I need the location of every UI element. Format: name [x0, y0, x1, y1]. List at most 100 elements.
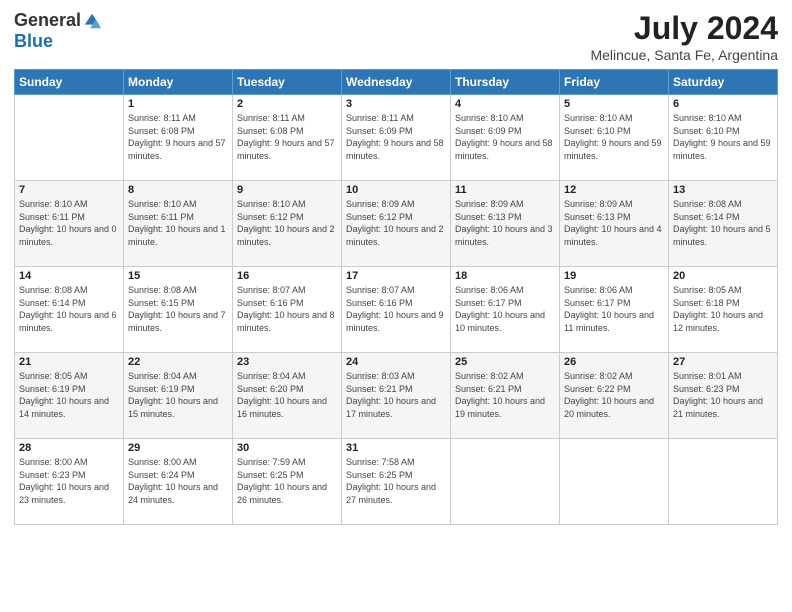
day-info: Sunrise: 7:58 AM Sunset: 6:25 PM Dayligh…	[346, 456, 446, 506]
calendar-week-2: 14 Sunrise: 8:08 AM Sunset: 6:14 PM Dayli…	[15, 267, 778, 353]
day-info: Sunrise: 7:59 AM Sunset: 6:25 PM Dayligh…	[237, 456, 337, 506]
calendar-cell: 29Sunrise: 8:00 AM Sunset: 6:24 PM Dayli…	[124, 439, 233, 525]
header-wednesday: Wednesday	[342, 70, 451, 95]
calendar-cell: 13Sunrise: 8:08 AM Sunset: 6:14 PM Dayli…	[669, 181, 778, 267]
day-info: Sunrise: 8:05 AM Sunset: 6:19 PM Dayligh…	[19, 370, 119, 420]
day-info: Sunrise: 8:00 AM Sunset: 6:23 PM Dayligh…	[19, 456, 119, 506]
calendar-cell: 24 Sunrise: 8:03 AM Sunset: 6:21 PM Dayli…	[342, 353, 451, 439]
day-info: Sunrise: 8:07 AM Sunset: 6:16 PM Dayligh…	[237, 284, 337, 334]
day-number: 11	[455, 184, 555, 196]
day-info: Sunrise: 8:02 AM Sunset: 6:22 PM Dayligh…	[564, 370, 664, 420]
day-number: 14	[19, 270, 119, 282]
calendar-cell	[669, 439, 778, 525]
day-number: 30	[237, 442, 337, 454]
calendar-cell: 28Sunrise: 8:00 AM Sunset: 6:23 PM Dayli…	[15, 439, 124, 525]
calendar-cell: 15 Sunrise: 8:08 AM Sunset: 6:15 PM Dayli…	[124, 267, 233, 353]
calendar-cell: 23 Sunrise: 8:04 AM Sunset: 6:20 PM Dayli…	[233, 353, 342, 439]
day-info: Sunrise: 8:04 AM Sunset: 6:19 PM Dayligh…	[128, 370, 228, 420]
day-number: 23	[237, 356, 337, 368]
day-info: Sunrise: 8:08 AM Sunset: 6:14 PM Dayligh…	[19, 284, 119, 334]
day-number: 2	[237, 98, 337, 110]
day-number: 15	[128, 270, 228, 282]
calendar-cell: 4Sunrise: 8:10 AM Sunset: 6:09 PM Daylig…	[451, 95, 560, 181]
day-number: 20	[673, 270, 773, 282]
day-number: 4	[455, 98, 555, 110]
calendar-week-0: 1Sunrise: 8:11 AM Sunset: 6:08 PM Daylig…	[15, 95, 778, 181]
day-info: Sunrise: 8:06 AM Sunset: 6:17 PM Dayligh…	[455, 284, 555, 334]
header-tuesday: Tuesday	[233, 70, 342, 95]
calendar-cell	[560, 439, 669, 525]
day-number: 10	[346, 184, 446, 196]
logo: General Blue	[14, 10, 101, 52]
calendar-cell: 9 Sunrise: 8:10 AM Sunset: 6:12 PM Daylig…	[233, 181, 342, 267]
day-number: 16	[237, 270, 337, 282]
calendar: Sunday Monday Tuesday Wednesday Thursday…	[14, 69, 778, 525]
page: General Blue July 2024 Melincue, Santa F…	[0, 0, 792, 612]
calendar-week-1: 7 Sunrise: 8:10 AM Sunset: 6:11 PM Daylig…	[15, 181, 778, 267]
day-info: Sunrise: 8:10 AM Sunset: 6:11 PM Dayligh…	[19, 198, 119, 248]
day-info: Sunrise: 8:09 AM Sunset: 6:13 PM Dayligh…	[455, 198, 555, 248]
day-number: 27	[673, 356, 773, 368]
calendar-cell: 2Sunrise: 8:11 AM Sunset: 6:08 PM Daylig…	[233, 95, 342, 181]
main-title: July 2024	[590, 10, 778, 47]
day-info: Sunrise: 8:08 AM Sunset: 6:15 PM Dayligh…	[128, 284, 228, 334]
day-info: Sunrise: 8:11 AM Sunset: 6:09 PM Dayligh…	[346, 112, 446, 162]
calendar-cell: 3 Sunrise: 8:11 AM Sunset: 6:09 PM Daylig…	[342, 95, 451, 181]
calendar-cell: 26 Sunrise: 8:02 AM Sunset: 6:22 PM Dayli…	[560, 353, 669, 439]
logo-blue-text: Blue	[14, 31, 53, 52]
calendar-cell: 8Sunrise: 8:10 AM Sunset: 6:11 PM Daylig…	[124, 181, 233, 267]
header-saturday: Saturday	[669, 70, 778, 95]
day-number: 6	[673, 98, 773, 110]
calendar-cell: 30 Sunrise: 7:59 AM Sunset: 6:25 PM Dayli…	[233, 439, 342, 525]
day-number: 24	[346, 356, 446, 368]
day-info: Sunrise: 8:10 AM Sunset: 6:10 PM Dayligh…	[673, 112, 773, 162]
header-thursday: Thursday	[451, 70, 560, 95]
calendar-cell: 1Sunrise: 8:11 AM Sunset: 6:08 PM Daylig…	[124, 95, 233, 181]
day-number: 21	[19, 356, 119, 368]
day-number: 7	[19, 184, 119, 196]
day-number: 12	[564, 184, 664, 196]
calendar-cell: 25 Sunrise: 8:02 AM Sunset: 6:21 PM Dayli…	[451, 353, 560, 439]
calendar-cell: 21 Sunrise: 8:05 AM Sunset: 6:19 PM Dayli…	[15, 353, 124, 439]
calendar-cell: 18 Sunrise: 8:06 AM Sunset: 6:17 PM Dayli…	[451, 267, 560, 353]
calendar-header-row: Sunday Monday Tuesday Wednesday Thursday…	[15, 70, 778, 95]
day-info: Sunrise: 8:08 AM Sunset: 6:14 PM Dayligh…	[673, 198, 773, 248]
calendar-cell: 7 Sunrise: 8:10 AM Sunset: 6:11 PM Daylig…	[15, 181, 124, 267]
header-monday: Monday	[124, 70, 233, 95]
header-sunday: Sunday	[15, 70, 124, 95]
day-info: Sunrise: 8:01 AM Sunset: 6:23 PM Dayligh…	[673, 370, 773, 420]
day-info: Sunrise: 8:10 AM Sunset: 6:10 PM Dayligh…	[564, 112, 664, 162]
day-info: Sunrise: 8:03 AM Sunset: 6:21 PM Dayligh…	[346, 370, 446, 420]
calendar-cell: 20Sunrise: 8:05 AM Sunset: 6:18 PM Dayli…	[669, 267, 778, 353]
calendar-week-4: 28Sunrise: 8:00 AM Sunset: 6:23 PM Dayli…	[15, 439, 778, 525]
day-number: 17	[346, 270, 446, 282]
calendar-cell: 11 Sunrise: 8:09 AM Sunset: 6:13 PM Dayli…	[451, 181, 560, 267]
calendar-cell: 5 Sunrise: 8:10 AM Sunset: 6:10 PM Daylig…	[560, 95, 669, 181]
day-number: 9	[237, 184, 337, 196]
calendar-cell: 22 Sunrise: 8:04 AM Sunset: 6:19 PM Dayli…	[124, 353, 233, 439]
day-info: Sunrise: 8:02 AM Sunset: 6:21 PM Dayligh…	[455, 370, 555, 420]
day-info: Sunrise: 8:10 AM Sunset: 6:12 PM Dayligh…	[237, 198, 337, 248]
day-number: 31	[346, 442, 446, 454]
day-info: Sunrise: 8:04 AM Sunset: 6:20 PM Dayligh…	[237, 370, 337, 420]
day-number: 18	[455, 270, 555, 282]
day-number: 5	[564, 98, 664, 110]
day-info: Sunrise: 8:06 AM Sunset: 6:17 PM Dayligh…	[564, 284, 664, 334]
header-friday: Friday	[560, 70, 669, 95]
day-number: 19	[564, 270, 664, 282]
day-number: 25	[455, 356, 555, 368]
day-number: 3	[346, 98, 446, 110]
calendar-cell: 10Sunrise: 8:09 AM Sunset: 6:12 PM Dayli…	[342, 181, 451, 267]
day-number: 22	[128, 356, 228, 368]
calendar-cell: 14 Sunrise: 8:08 AM Sunset: 6:14 PM Dayli…	[15, 267, 124, 353]
calendar-cell	[15, 95, 124, 181]
logo-general-text: General	[14, 10, 81, 31]
day-info: Sunrise: 8:00 AM Sunset: 6:24 PM Dayligh…	[128, 456, 228, 506]
header: General Blue July 2024 Melincue, Santa F…	[14, 10, 778, 63]
day-number: 26	[564, 356, 664, 368]
calendar-cell: 17Sunrise: 8:07 AM Sunset: 6:16 PM Dayli…	[342, 267, 451, 353]
day-number: 8	[128, 184, 228, 196]
calendar-cell	[451, 439, 560, 525]
day-info: Sunrise: 8:11 AM Sunset: 6:08 PM Dayligh…	[128, 112, 228, 162]
calendar-cell: 27 Sunrise: 8:01 AM Sunset: 6:23 PM Dayli…	[669, 353, 778, 439]
